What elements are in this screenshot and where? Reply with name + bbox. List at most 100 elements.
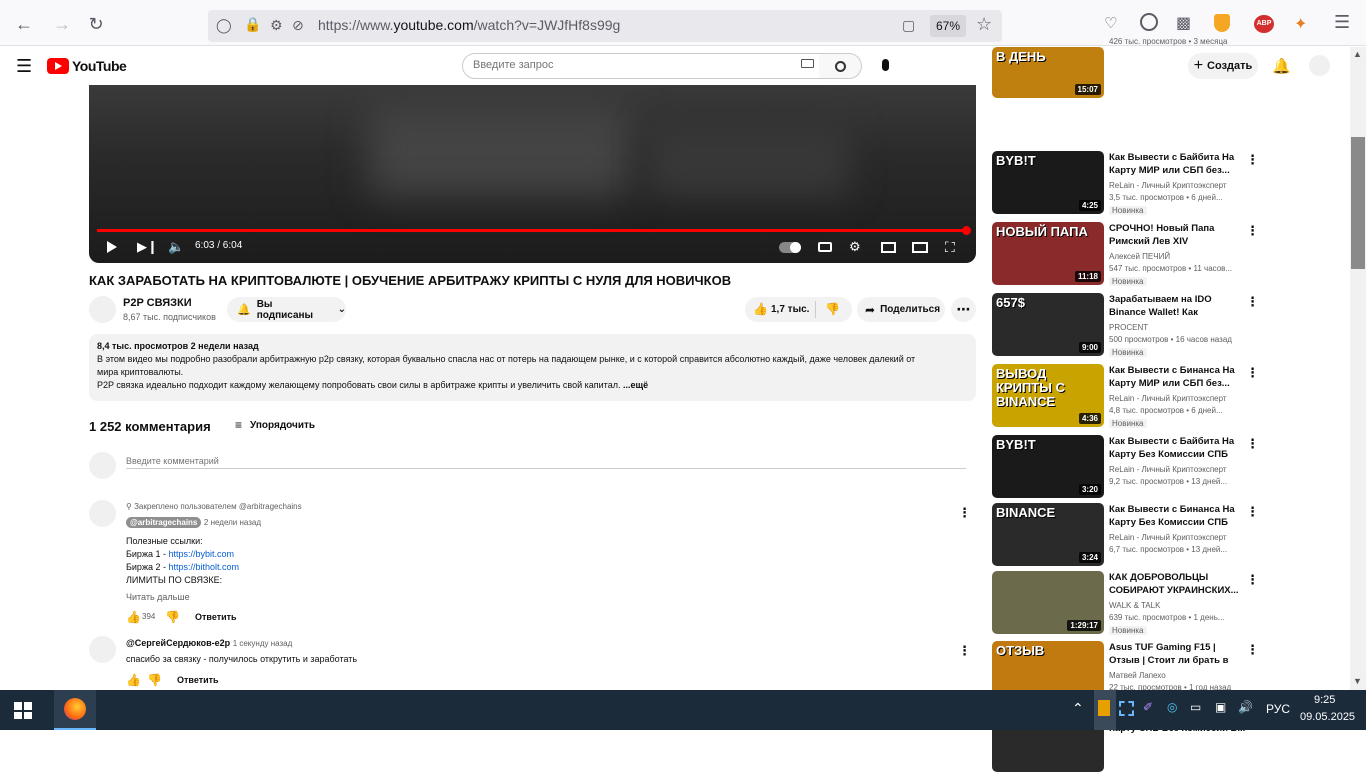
- read-more-link[interactable]: Читать дальше: [126, 592, 190, 602]
- comment-time[interactable]: 2 недели назад: [204, 518, 261, 527]
- description-box[interactable]: 8,4 тыс. просмотров 2 недели назад В это…: [89, 334, 976, 401]
- progress-scrubber[interactable]: [962, 226, 971, 235]
- network-icon[interactable]: ▣: [1215, 700, 1226, 714]
- notifications-bell-icon[interactable]: 🔔: [1272, 57, 1291, 75]
- recommendation-title[interactable]: КАК ДОБРОВОЛЬЦЫ СОБИРАЮТ УКРАИНСКИХ...: [1109, 571, 1246, 597]
- zoom-level-badge[interactable]: 67%: [930, 15, 966, 37]
- comment-author[interactable]: @СергейСердюков-e2p: [126, 638, 230, 648]
- recommendation-channel[interactable]: ReLain - Личный Криптоэксперт: [1109, 533, 1227, 542]
- tray-app-icon[interactable]: [1094, 690, 1116, 730]
- sort-button[interactable]: ≡ Упорядочить: [235, 418, 315, 432]
- shield-icon[interactable]: ◯: [216, 17, 232, 34]
- share-button[interactable]: ➦ Поделиться: [857, 297, 945, 322]
- settings-gear-icon[interactable]: ⚙: [849, 238, 861, 256]
- recommendation-item[interactable]: BYB!T 4:25 Как Вывести с Байбита На Карту …: [992, 151, 1259, 215]
- show-more-link[interactable]: ...ещё: [623, 380, 648, 390]
- menu-icon[interactable]: ☰: [1334, 12, 1350, 33]
- recommendation-channel[interactable]: Матвей Лапехо: [1109, 671, 1166, 680]
- video-thumbnail[interactable]: В ДЕНЬ 15:07: [992, 47, 1104, 98]
- recommendation-item[interactable]: 657$ 9:00 Зарабатываем на IDO Binance Wall…: [992, 293, 1259, 357]
- recommendation-title[interactable]: Как Вывести с Байбита На Карту Без Комис…: [1109, 435, 1246, 461]
- dislike-icon[interactable]: 👎: [825, 302, 840, 316]
- search-button[interactable]: [819, 53, 862, 79]
- comment-menu-icon[interactable]: ⋮: [958, 644, 971, 658]
- recommendation-channel[interactable]: ReLain - Личный Криптоэксперт: [1109, 181, 1227, 190]
- comment-link[interactable]: https://bybit.com: [168, 549, 234, 559]
- tray-expand-icon[interactable]: ⌃: [1072, 700, 1084, 717]
- comment-time[interactable]: 1 секунду назад: [233, 639, 293, 648]
- miniplayer-icon[interactable]: [881, 242, 896, 253]
- like-count[interactable]: 1,7 тыс.: [771, 304, 809, 315]
- volume-icon[interactable]: 🔈: [168, 238, 184, 256]
- video-thumbnail[interactable]: BYB!T 4:25: [992, 151, 1104, 214]
- like-icon[interactable]: 👍: [126, 610, 141, 624]
- reader-view-icon[interactable]: ▢: [902, 17, 915, 34]
- scroll-up-icon[interactable]: ▲: [1353, 49, 1362, 59]
- comment-avatar[interactable]: [89, 500, 116, 527]
- recommendation-menu-icon[interactable]: ⋮: [1246, 224, 1259, 238]
- subtitles-icon[interactable]: [818, 242, 832, 252]
- recommendation-menu-icon[interactable]: ⋮: [1246, 295, 1259, 309]
- forward-arrow-icon[interactable]: →: [50, 12, 74, 36]
- video-player[interactable]: ▶❙ 🔈 6:03 / 6:04 ⚙ ⛶: [89, 85, 976, 263]
- progress-bar[interactable]: [97, 229, 966, 232]
- scroll-down-icon[interactable]: ▼: [1353, 676, 1362, 686]
- recommendation-title[interactable]: СРОЧНО! Новый Папа Римский Лев XIV шокир…: [1109, 222, 1246, 248]
- like-icon[interactable]: 👍: [753, 302, 768, 316]
- recommendation-menu-icon[interactable]: ⋮: [1246, 573, 1259, 587]
- recommendation-item[interactable]: В ДЕНЬ 15:07 426 тыс. просмотров • 3 месяц…: [992, 37, 1252, 98]
- video-thumbnail[interactable]: 657$ 9:00: [992, 293, 1104, 356]
- dislike-icon[interactable]: 👎: [165, 610, 180, 624]
- more-actions-button[interactable]: ⋯: [951, 297, 976, 322]
- permissions-icon[interactable]: ⚙: [270, 17, 283, 34]
- comment-link[interactable]: https://bitholt.com: [168, 562, 239, 572]
- recommendation-menu-icon[interactable]: ⋮: [1246, 366, 1259, 380]
- recommendation-title[interactable]: Как Вывести с Бинанса На Карту Без Комис…: [1109, 503, 1246, 529]
- brave-ext-icon[interactable]: [1214, 14, 1230, 32]
- play-icon[interactable]: [107, 241, 117, 253]
- adblock-icon[interactable]: ABP: [1254, 15, 1274, 33]
- fullscreen-icon[interactable]: ⛶: [945, 238, 955, 256]
- address-bar[interactable]: ◯ 🔒 ⚙ ⊘ https://www.youtube.com/watch?v=…: [208, 10, 1002, 42]
- extensions-icon[interactable]: ▩: [1176, 13, 1191, 33]
- recommendation-channel[interactable]: ReLain - Личный Криптоэксперт: [1109, 394, 1227, 403]
- comment-menu-icon[interactable]: ⋮: [958, 506, 971, 520]
- recommendation-item[interactable]: BYB!T 3:20 Как Вывести с Байбита На Карту …: [992, 435, 1259, 499]
- pen-icon[interactable]: ✐: [1143, 700, 1153, 714]
- comment-avatar[interactable]: [89, 636, 116, 663]
- recommendation-item[interactable]: НОВЫЙ ПАПА 11:18 СРОЧНО! Новый Папа Римски…: [992, 222, 1259, 286]
- recommendation-channel[interactable]: ReLain - Личный Криптоэксперт: [1109, 465, 1227, 474]
- user-avatar[interactable]: [1309, 55, 1330, 76]
- recommendation-item[interactable]: 1:29:17 КАК ДОБРОВОЛЬЦЫ СОБИРАЮТ УКРАИНСК…: [992, 571, 1259, 635]
- snipping-tool-icon[interactable]: [1119, 701, 1134, 716]
- comment-author[interactable]: @arbitragechains: [126, 517, 202, 528]
- reload-icon[interactable]: ↻: [84, 12, 108, 36]
- lock-icon[interactable]: 🔒: [244, 16, 261, 33]
- subscribed-button[interactable]: 🔔 Вы подписаны ⌄: [227, 297, 346, 322]
- recommendation-menu-icon[interactable]: ⋮: [1246, 437, 1259, 451]
- next-icon[interactable]: ▶❙: [137, 238, 158, 256]
- scroll-thumb[interactable]: [1351, 137, 1365, 269]
- recommendation-channel[interactable]: PROCENT: [1109, 323, 1148, 332]
- battery-icon[interactable]: ▭: [1190, 700, 1201, 714]
- firefox-taskbar-button[interactable]: [54, 690, 96, 730]
- video-thumbnail[interactable]: 1:29:17: [992, 571, 1104, 634]
- clock-date[interactable]: 09.05.2025: [1300, 711, 1355, 723]
- channel-avatar[interactable]: [89, 296, 116, 323]
- voice-search-button[interactable]: [876, 55, 894, 75]
- hamburger-menu-icon[interactable]: ☰: [16, 56, 32, 77]
- pocket-icon[interactable]: ♡: [1104, 14, 1117, 32]
- recommendation-title[interactable]: Зарабатываем на IDO Binance Wallet! Как …: [1109, 293, 1246, 319]
- reply-button[interactable]: Ответить: [177, 675, 219, 685]
- autoplay-toggle[interactable]: [779, 242, 801, 253]
- search-box[interactable]: [462, 53, 820, 79]
- page-scrollbar[interactable]: ▲ ▼: [1350, 47, 1366, 690]
- recommendation-channel[interactable]: WALK & TALK: [1109, 601, 1160, 610]
- keyboard-icon[interactable]: [801, 59, 814, 68]
- url-text[interactable]: https://www.youtube.com/watch?v=JWJfHf8s…: [318, 17, 620, 33]
- channel-name[interactable]: P2P СВЯЗКИ: [123, 297, 192, 309]
- theater-mode-icon[interactable]: [912, 242, 928, 253]
- windows-start-icon[interactable]: [14, 702, 32, 719]
- recommendation-menu-icon[interactable]: ⋮: [1246, 153, 1259, 167]
- video-thumbnail[interactable]: ВЫВОД КРИПТЫ С BINANCE 4:36: [992, 364, 1104, 427]
